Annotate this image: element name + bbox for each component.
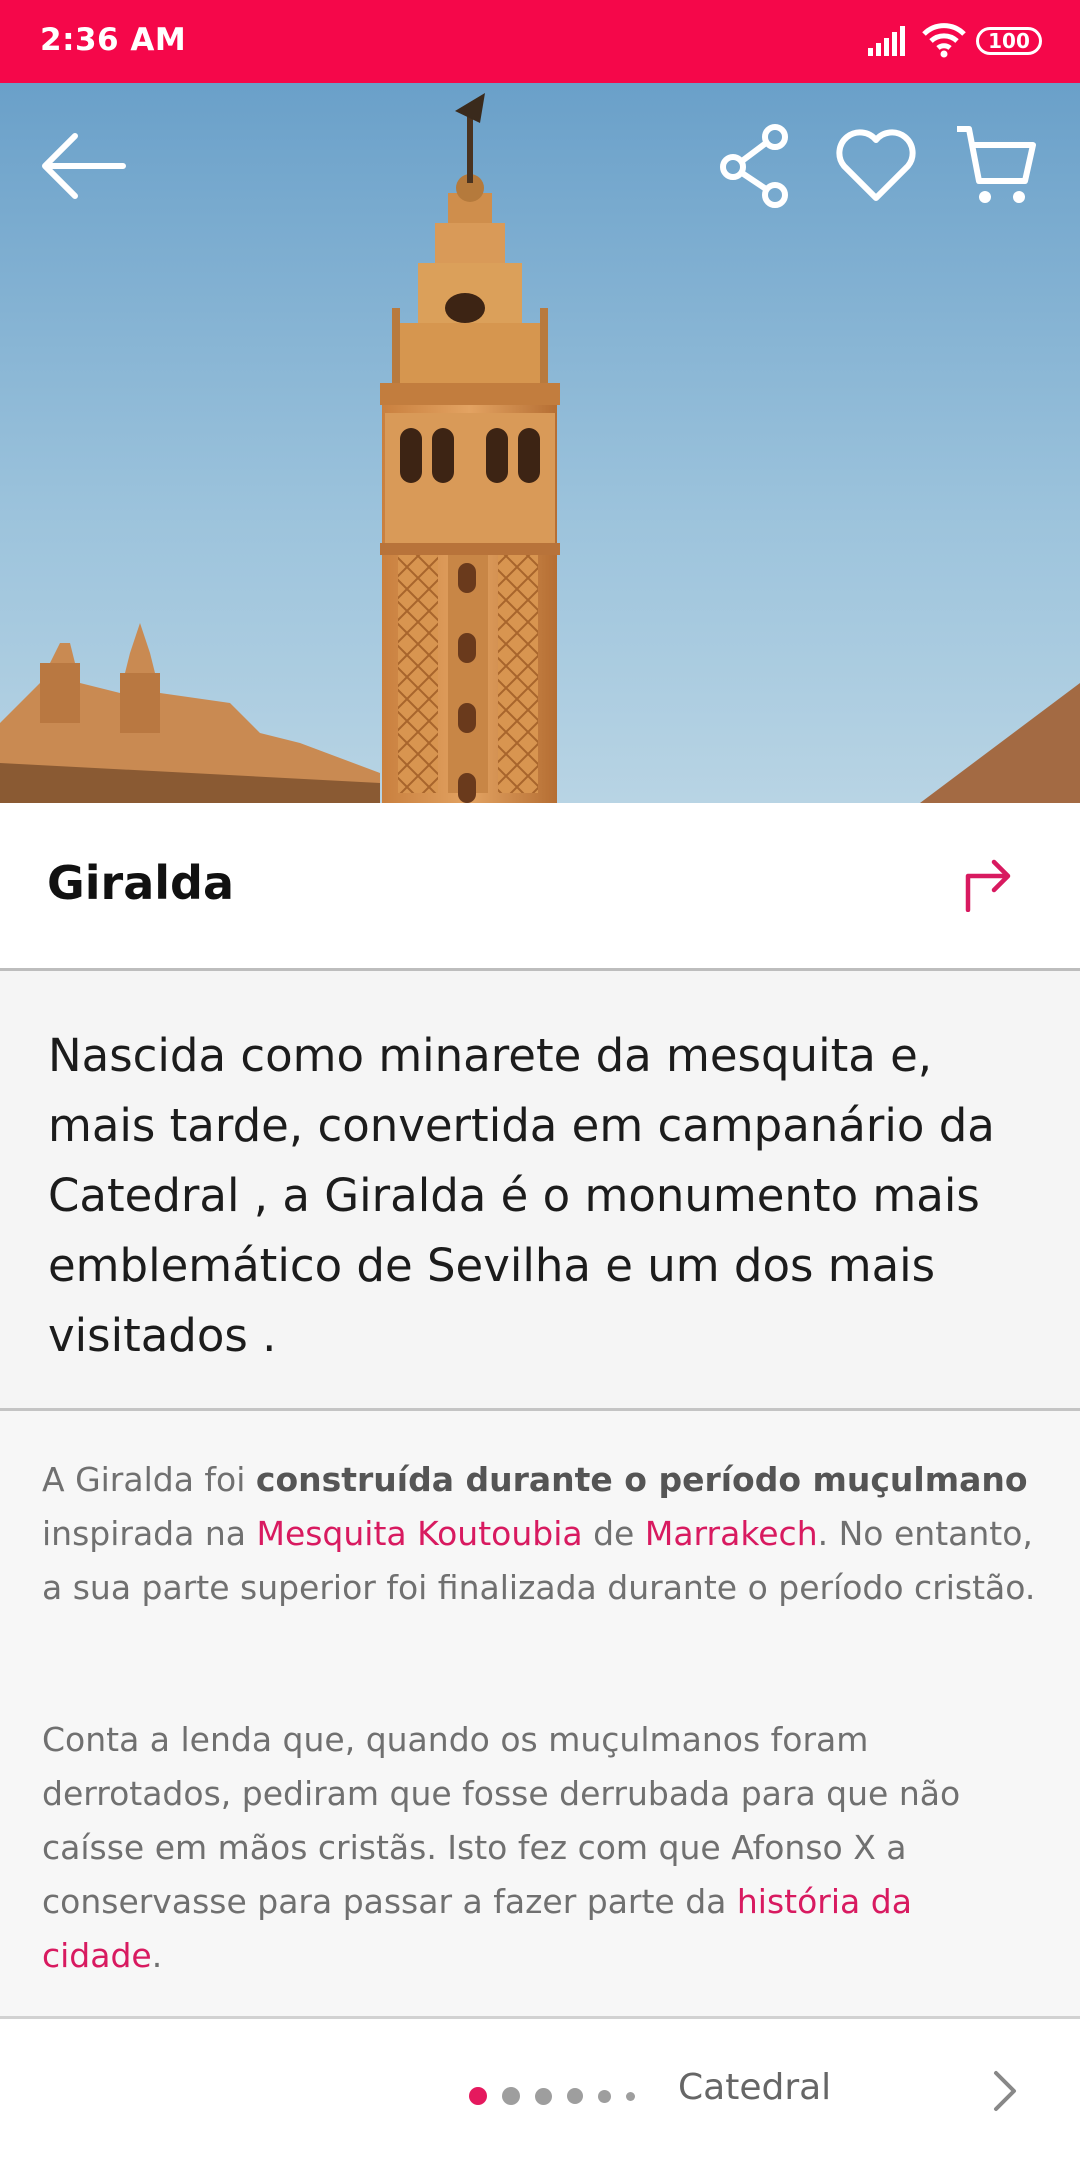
description-paragraph-2: Conta a lenda que, quando os muçulmanos …: [42, 1713, 1042, 1983]
share-button[interactable]: [706, 116, 806, 216]
favorite-button[interactable]: [826, 116, 926, 216]
heart-icon: [836, 129, 916, 201]
status-bar: 2:36 AM 100: [0, 0, 1080, 83]
battery-indicator: 100: [976, 27, 1042, 55]
place-title-row: Giralda: [0, 803, 1080, 971]
place-title: Giralda: [47, 856, 234, 910]
link-marrakech[interactable]: Marrakech: [645, 1514, 818, 1553]
text-fragment: .: [151, 1936, 163, 1975]
cart-button[interactable]: [946, 116, 1046, 216]
page-dot: [598, 2089, 611, 2103]
description-paragraph-1: A Giralda foi construída durante o perío…: [42, 1453, 1042, 1615]
wifi-icon: [922, 23, 966, 58]
text-fragment: inspirada na: [42, 1514, 257, 1553]
text-fragment: A Giralda foi: [42, 1460, 256, 1499]
cart-icon: [957, 126, 1036, 203]
back-button[interactable]: [32, 116, 132, 216]
chevron-right-icon[interactable]: [990, 2069, 1020, 2113]
link-mesquita-koutoubia[interactable]: Mesquita Koutoubia: [256, 1514, 582, 1553]
next-place-label[interactable]: Catedral: [678, 2067, 831, 2108]
directions-button[interactable]: [962, 856, 1026, 920]
page-dot: [567, 2088, 583, 2104]
status-time: 2:36 AM: [40, 22, 187, 58]
hero-image: [0, 83, 1080, 803]
page-dot-active: [469, 2087, 487, 2105]
intro-section: Nascida como minarete da mesquita e, mai…: [0, 971, 1080, 1411]
turn-right-icon: [965, 859, 1011, 913]
page-dot: [535, 2087, 552, 2105]
description-section: A Giralda foi construída durante o perío…: [0, 1411, 1080, 2019]
page-dot: [626, 2091, 635, 2101]
text-fragment: de: [582, 1514, 645, 1553]
intro-text: Nascida como minarete da mesquita e, mai…: [48, 1029, 995, 1362]
bottom-pager: Catedral: [0, 2019, 1080, 2160]
share-icon: [720, 124, 788, 208]
page-indicator: [469, 2087, 650, 2105]
page-dot: [502, 2087, 520, 2105]
bold-text: construída durante o período muçulmano: [255, 1460, 1028, 1499]
arrow-left-icon: [42, 133, 126, 199]
signal-icon: [868, 26, 905, 56]
